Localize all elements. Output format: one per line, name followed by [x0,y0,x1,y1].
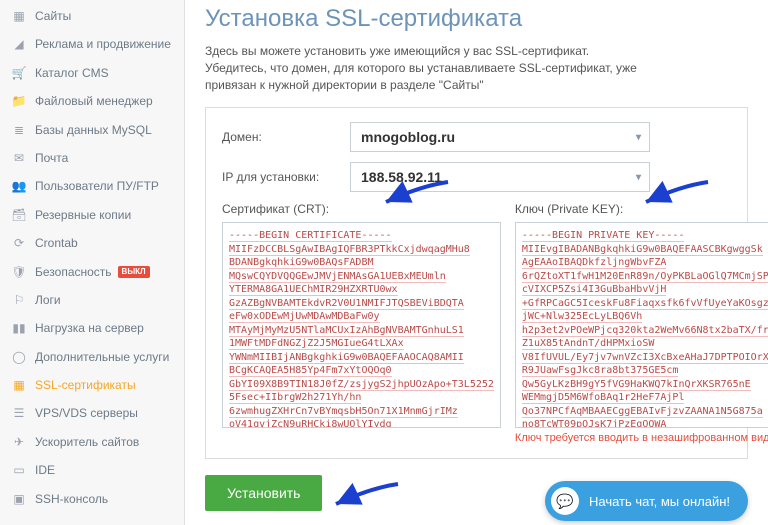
key-label: Ключ (Private KEY): [515,202,768,216]
main-content: Установка SSL-сертификата Здесь вы может… [185,0,768,525]
bars-icon: ▮▮ [12,321,26,335]
ssl-form: Домен: mnogoblog.ru IP для установки: 18… [205,107,748,459]
crt-textarea[interactable]: -----BEGIN CERTIFICATE-----MIIFzDCCBLSgA… [222,222,501,428]
page-title: Установка SSL-сертификата [205,5,748,33]
sidebar: ▦Сайты ◢Реклама и продвижение 🛒Каталог C… [0,0,185,525]
domain-label: Домен: [222,130,350,144]
rocket-icon: ✈ [12,435,26,449]
key-hint: Ключ требуется вводить в незашифрованном… [515,432,768,444]
mail-icon: ✉ [12,151,26,165]
terminal-icon: ▣ [12,492,26,506]
nav-sites[interactable]: ▦Сайты [0,2,184,30]
chat-widget[interactable]: 💬 Начать чат, мы онлайн! [545,481,748,521]
nav-crontab[interactable]: ⟳Crontab [0,229,184,257]
crt-label: Сертификат (CRT): [222,202,501,216]
nav-load[interactable]: ▮▮Нагрузка на сервер [0,314,184,342]
grid-icon: ▦ [12,9,26,23]
users-icon: 👥 [12,180,26,194]
nav-files[interactable]: 📁Файловый менеджер [0,87,184,115]
badge-off: ВЫКЛ [118,266,150,278]
backup-icon: 🗃 [12,208,26,222]
key-textarea[interactable]: -----BEGIN PRIVATE KEY-----MIIEvgIBADANB… [515,222,768,428]
install-button[interactable]: Установить [205,475,322,511]
ip-select[interactable]: 188.58.92.11 [350,162,650,192]
nav-ssl[interactable]: ▦SSL-сертификаты [0,371,184,399]
server-icon: ☰ [12,407,26,421]
page-intro: Здесь вы можете установить уже имеющийся… [205,43,645,93]
nav-mysql[interactable]: ≣Базы данных MySQL [0,116,184,144]
nav-services[interactable]: ◯Дополнительные услуги [0,343,184,371]
nav-mail[interactable]: ✉Почта [0,144,184,172]
nav-ide[interactable]: ▭IDE [0,456,184,484]
database-icon: ≣ [12,123,26,137]
nav-ssh[interactable]: ▣SSH-консоль [0,485,184,513]
domain-select[interactable]: mnogoblog.ru [350,122,650,152]
nav-logs[interactable]: ⚐Логи [0,286,184,314]
cart-icon: 🛒 [12,66,26,80]
flag-icon: ⚐ [12,293,26,307]
nav-cms[interactable]: 🛒Каталог CMS [0,59,184,87]
nav-ads[interactable]: ◢Реклама и продвижение [0,30,184,58]
cert-icon: ▦ [12,378,26,392]
chat-icon: 💬 [551,487,579,515]
nav-vps[interactable]: ☰VPS/VDS серверы [0,399,184,427]
nav-backups[interactable]: 🗃Резервные копии [0,201,184,229]
nav-accel[interactable]: ✈Ускоритель сайтов [0,428,184,456]
sync-icon: ⟳ [12,236,26,250]
nav-security[interactable]: 🛡БезопасностьВЫКЛ [0,258,184,286]
shield-icon: 🛡 [12,265,26,279]
folder-icon: 📁 [12,94,26,108]
ip-label: IP для установки: [222,170,350,184]
window-icon: ▭ [12,463,26,477]
nav-users[interactable]: 👥Пользователи ПУ/FTP [0,172,184,200]
chart-icon: ◢ [12,38,26,52]
circle-icon: ◯ [12,350,26,364]
